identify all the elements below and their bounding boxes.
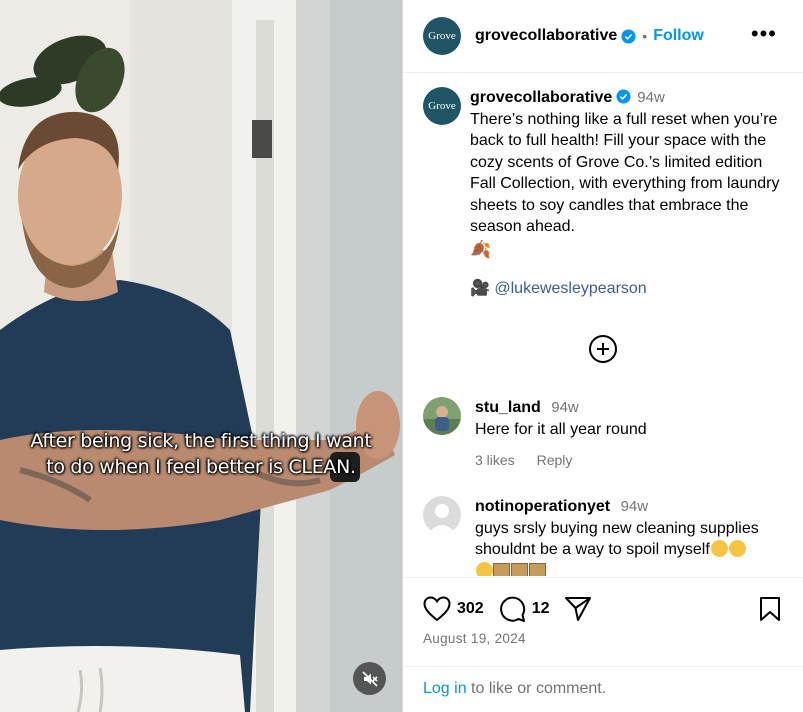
share-icon[interactable] (564, 595, 592, 623)
package-icon (493, 562, 510, 576)
like-count[interactable]: 302 (457, 600, 484, 618)
comment-icon[interactable] (498, 595, 526, 623)
verified-badge-icon (621, 28, 636, 44)
comment-item: notinoperationyet 94w guys srsly buying … (423, 496, 793, 576)
comment-username[interactable]: stu_land (475, 399, 541, 416)
login-suffix: to like or comment. (466, 680, 607, 697)
video-credit: 🎥 @lukewesleypearson (470, 278, 783, 300)
camera-emoji: 🎥 (470, 280, 490, 297)
load-more-comments-button[interactable] (589, 335, 617, 363)
reply-button[interactable]: Reply (537, 452, 573, 468)
post-header: Grove grovecollaborative • Follow ••• (403, 0, 803, 73)
leaf-emoji: 🍂 (470, 239, 492, 259)
comment-age[interactable]: 94w (621, 498, 649, 515)
commenter-avatar[interactable] (423, 496, 461, 534)
default-avatar-icon (423, 496, 461, 534)
crying-face-icon (476, 561, 493, 576)
commenter-photo (423, 397, 461, 435)
comment-age[interactable]: 94w (551, 399, 579, 416)
caption-age[interactable]: 94w (637, 89, 665, 106)
follow-button[interactable]: Follow (653, 27, 704, 45)
commenter-avatar[interactable] (423, 397, 461, 435)
crying-face-icon (710, 540, 728, 557)
author-avatar[interactable]: Grove (423, 17, 461, 55)
login-prompt: Log in to like or comment. (403, 666, 803, 711)
caption-username[interactable]: grovecollaborative (470, 89, 612, 106)
bookmark-icon[interactable] (758, 596, 782, 622)
comment-item: stu_land 94w Here for it all year round … (423, 397, 793, 472)
mention-link[interactable]: @lukewesleypearson (494, 280, 646, 297)
comment-likes[interactable]: 3 likes (475, 452, 515, 468)
verified-badge-icon (616, 89, 631, 104)
video-player[interactable]: After being sick, the first thing I want… (0, 0, 402, 712)
caption-text: There’s nothing like a full reset when y… (470, 110, 780, 236)
comment-text: Here for it all year round (475, 420, 647, 438)
speaker-muted-icon (361, 670, 378, 687)
plus-circle-icon (597, 343, 609, 355)
heart-icon[interactable] (423, 596, 451, 622)
crying-face-icon (728, 540, 746, 557)
login-link[interactable]: Log in (423, 680, 467, 697)
more-options-icon[interactable]: ••• (751, 23, 777, 45)
video-caption: After being sick, the first thing I want… (30, 430, 372, 478)
post-panel: Grove grovecollaborative • Follow ••• Gr… (402, 0, 803, 712)
separator-dot: • (642, 28, 648, 44)
post-actions: 302 12 August 19, 2024 Log in to like or… (403, 577, 803, 712)
video-frame (0, 0, 402, 712)
author-username[interactable]: grovecollaborative (475, 27, 617, 45)
comment-username[interactable]: notinoperationyet (475, 498, 610, 515)
post-caption: Grove grovecollaborative 94w There’s noth… (403, 73, 803, 300)
caption-avatar[interactable]: Grove (423, 87, 461, 125)
package-icon (529, 562, 546, 576)
comment-count[interactable]: 12 (532, 600, 550, 618)
mute-button[interactable] (353, 662, 386, 695)
post-date[interactable]: August 19, 2024 (423, 631, 526, 646)
package-icon (511, 562, 528, 576)
